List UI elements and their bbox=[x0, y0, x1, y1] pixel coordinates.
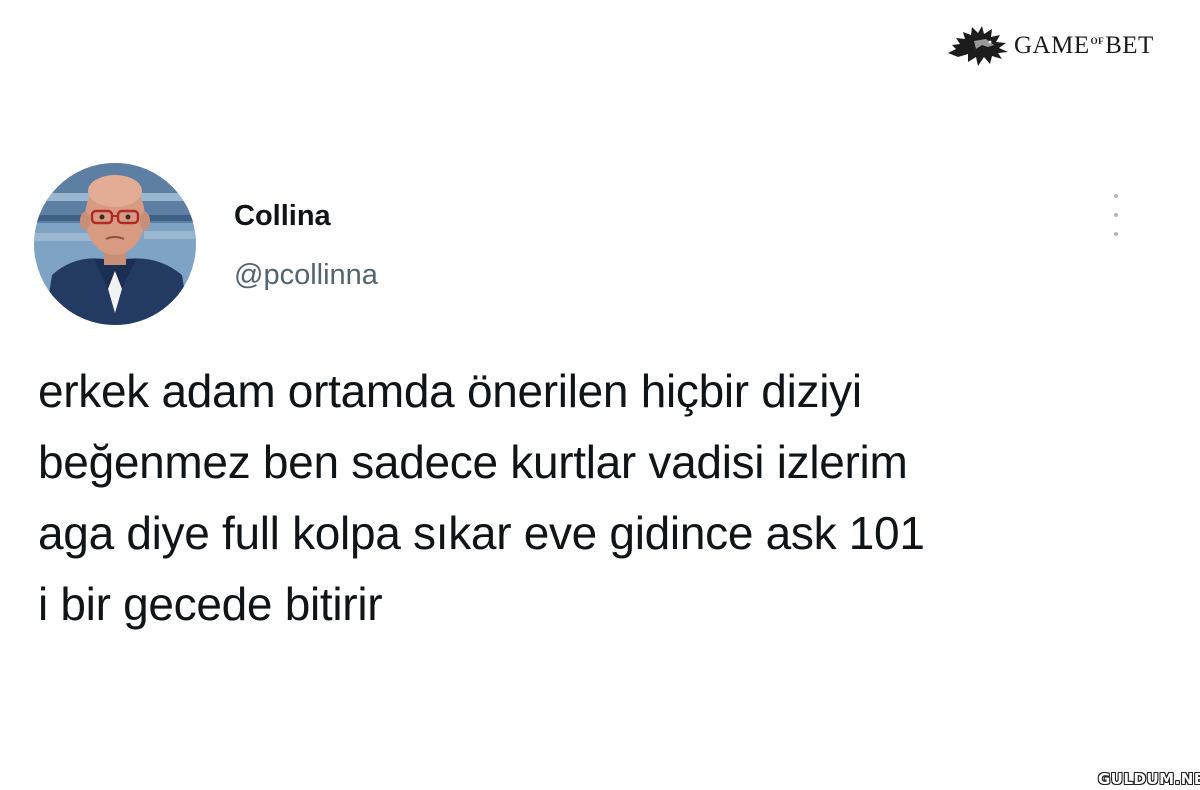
wolf-icon bbox=[948, 26, 1008, 66]
gameofbet-wordmark: GAME OF BET bbox=[1014, 32, 1154, 60]
wordmark-game: GAME bbox=[1014, 32, 1090, 59]
site-watermark: GULDUM.NET bbox=[1098, 770, 1200, 788]
more-vertical-icon[interactable] bbox=[1106, 190, 1126, 240]
more-dot bbox=[1114, 213, 1118, 217]
tweet-text: erkek adam ortamda önerilen hiçbir diziy… bbox=[38, 365, 925, 630]
more-dot bbox=[1114, 194, 1118, 198]
wordmark-of: OF bbox=[1090, 36, 1105, 46]
avatar[interactable] bbox=[34, 163, 196, 325]
wordmark-bet: BET bbox=[1105, 32, 1154, 59]
avatar-image bbox=[34, 163, 196, 325]
gameofbet-logo: GAME OF BET bbox=[946, 22, 1154, 70]
more-dot bbox=[1114, 232, 1118, 236]
user-handle[interactable]: @pcollinna bbox=[234, 259, 378, 292]
display-name[interactable]: Collina bbox=[234, 200, 331, 233]
